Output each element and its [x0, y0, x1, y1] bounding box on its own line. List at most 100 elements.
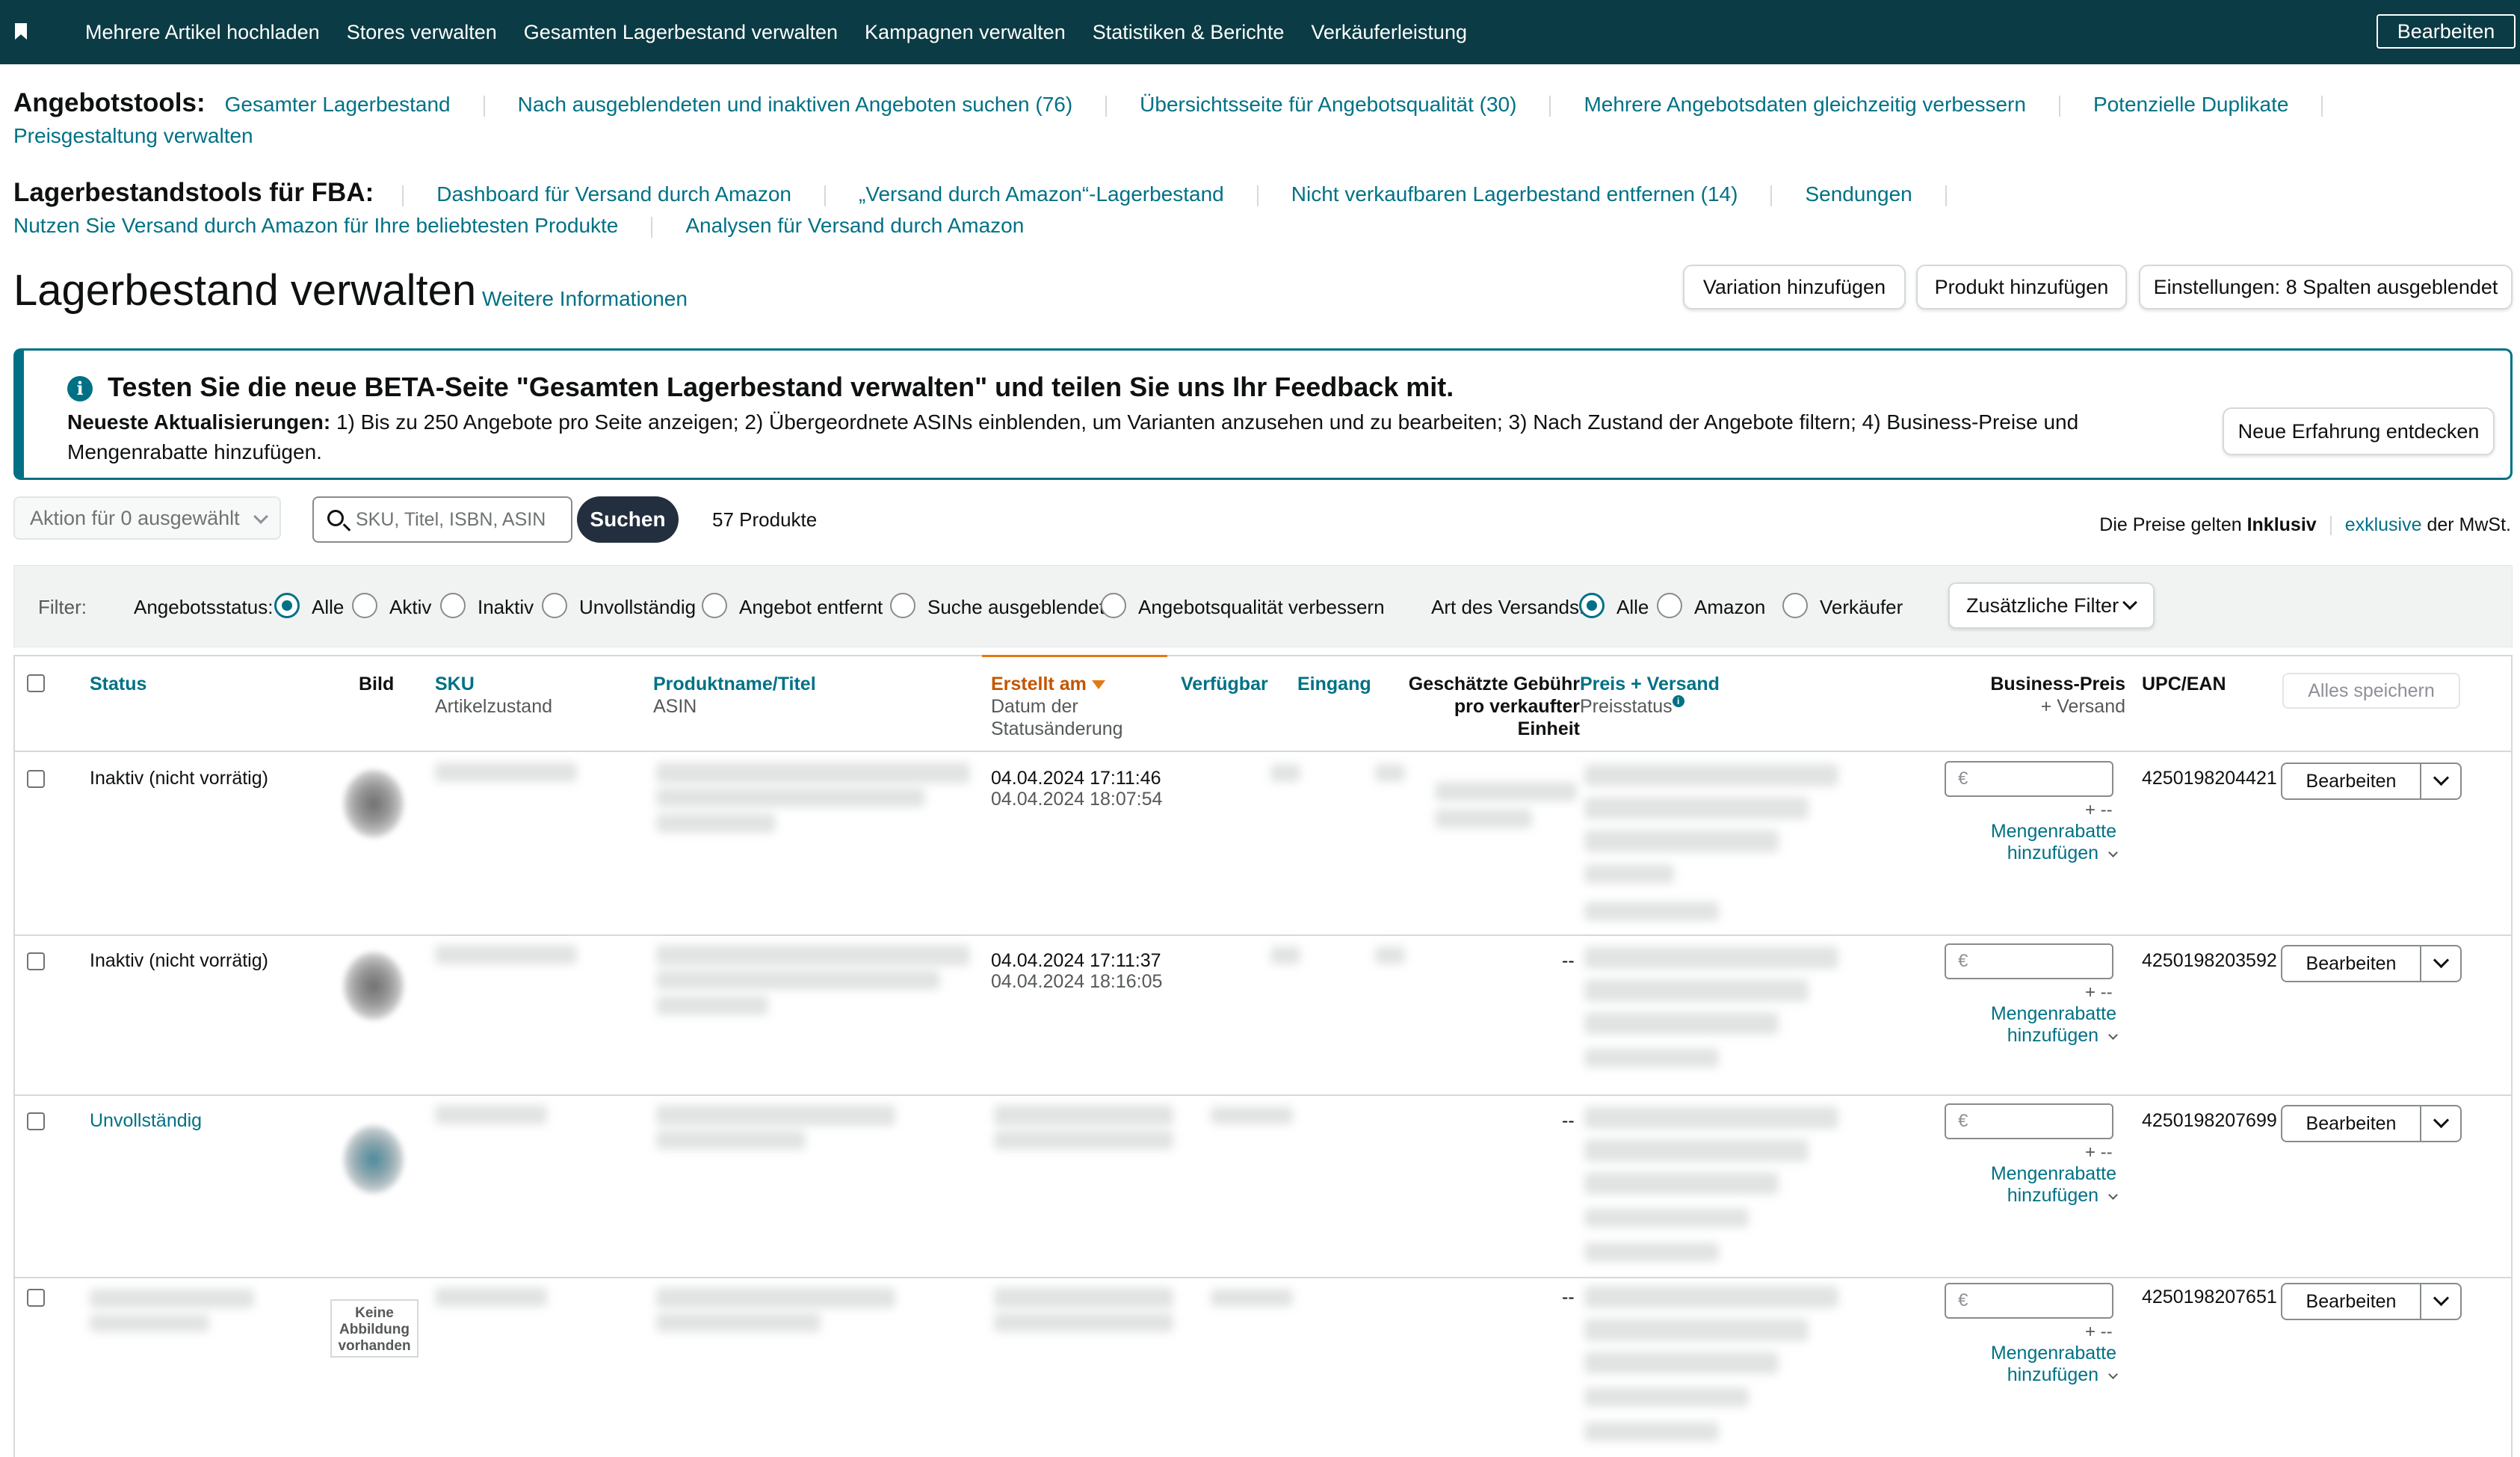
sort-down-icon	[1091, 680, 1105, 690]
link-total-inventory[interactable]: Gesamter Lagerbestand	[225, 93, 451, 116]
header-available[interactable]: Verfügbar	[1181, 673, 1268, 695]
add-quantity-discount-link[interactable]: Mengenrabatte hinzufügen	[1937, 821, 2118, 864]
row-edit-dropdown[interactable]	[2423, 1106, 2460, 1141]
header-created[interactable]: Erstellt am Datum der Statusänderung	[991, 673, 1123, 740]
header-product[interactable]: Produktname/Titel ASIN	[653, 673, 816, 718]
status-radio-improve-quality[interactable]	[1101, 593, 1126, 618]
divider	[1549, 95, 1551, 117]
header-fee-3: Einheit	[1517, 718, 1580, 739]
bulk-action-select[interactable]: Aktion für 0 ausgewählt	[13, 496, 281, 540]
row-edit-group: Bearbeiten	[2281, 1105, 2462, 1142]
business-price-input[interactable]: €	[1945, 1103, 2113, 1139]
row-edit-dropdown[interactable]	[2423, 1284, 2460, 1319]
shipping-radio-amazon[interactable]	[1657, 593, 1682, 618]
business-price-input[interactable]: €	[1945, 943, 2113, 979]
add-quantity-discount-link[interactable]: Mengenrabatte hinzufügen	[1937, 1343, 2118, 1386]
header-business-price: Business-Preis + Versand	[1909, 673, 2125, 718]
save-all-button[interactable]: Alles speichern	[2282, 673, 2460, 709]
link-fba-inventory[interactable]: „Versand durch Amazon“-Lagerbestand	[859, 182, 1224, 206]
price-note-exclusive-link[interactable]: exklusive	[2345, 514, 2422, 535]
row-edit-button[interactable]: Bearbeiten	[2282, 946, 2421, 981]
shipping-radio-all[interactable]	[1579, 593, 1605, 618]
nav-seller-performance[interactable]: Verkäuferleistung	[1311, 21, 1467, 44]
redacted-price-status	[1584, 1012, 1779, 1035]
redacted-price	[1584, 1106, 1838, 1129]
row-checkbox[interactable]	[27, 770, 45, 788]
header-status[interactable]: Status	[90, 673, 146, 695]
row-edit-dropdown[interactable]	[2423, 946, 2460, 981]
row-edit-button[interactable]: Bearbeiten	[2282, 764, 2421, 798]
discover-new-experience-button[interactable]: Neue Erfahrung entdecken	[2223, 407, 2495, 455]
link-fba-analytics[interactable]: Analysen für Versand durch Amazon	[685, 214, 1024, 237]
link-hidden-inactive-offers[interactable]: Nach ausgeblendeten und inaktiven Angebo…	[518, 93, 1073, 116]
link-manage-pricing[interactable]: Preisgestaltung verwalten	[13, 124, 253, 147]
nav-upload-items[interactable]: Mehrere Artikel hochladen	[85, 21, 320, 44]
status-option-improve-quality[interactable]: Angebotsqualität verbessern	[1138, 596, 1385, 619]
more-info-link[interactable]: Weitere Informationen	[482, 287, 688, 311]
shipping-radio-seller[interactable]	[1782, 593, 1808, 618]
nav-manage-stores[interactable]: Stores verwalten	[347, 21, 497, 44]
product-thumbnail[interactable]	[344, 1126, 404, 1193]
status-option-incomplete[interactable]: Unvollständig	[579, 596, 696, 619]
business-price-input[interactable]: €	[1945, 761, 2113, 797]
status-radio-inactive[interactable]	[440, 593, 466, 618]
shipping-option-amazon[interactable]: Amazon	[1694, 596, 1765, 619]
add-quantity-discount-link[interactable]: Mengenrabatte hinzufügen	[1937, 1163, 2118, 1207]
status-radio-all[interactable]	[274, 593, 300, 618]
status-option-removed[interactable]: Angebot entfernt	[739, 596, 883, 619]
no-image-placeholder[interactable]: Keine Abbildung vorhanden	[330, 1299, 419, 1358]
search-button[interactable]: Suchen	[577, 496, 679, 543]
nav-statistics-reports[interactable]: Statistiken & Berichte	[1093, 21, 1285, 44]
link-fba-dashboard[interactable]: Dashboard für Versand durch Amazon	[436, 182, 791, 206]
product-thumbnail[interactable]	[344, 952, 404, 1020]
nav-manage-campaigns[interactable]: Kampagnen verwalten	[865, 21, 1066, 44]
status-radio-active[interactable]	[352, 593, 377, 618]
shipping-option-seller[interactable]: Verkäufer	[1820, 596, 1903, 619]
status-option-inactive[interactable]: Inaktiv	[478, 596, 534, 619]
additional-filters-button[interactable]: Zusätzliche Filter	[1948, 582, 2155, 629]
row-edit-button[interactable]: Bearbeiten	[2282, 1284, 2421, 1319]
link-offer-quality-overview[interactable]: Übersichtsseite für Angebotsqualität (30…	[1140, 93, 1516, 116]
add-variation-button[interactable]: Variation hinzufügen	[1683, 265, 1906, 309]
search-input[interactable]	[356, 504, 565, 535]
link-bulk-improve-offers[interactable]: Mehrere Angebotsdaten gleichzeitig verbe…	[1584, 93, 2025, 116]
bookmark-icon[interactable]	[15, 23, 27, 40]
price-note-inclusive: Inklusiv	[2246, 514, 2317, 535]
status-radio-removed[interactable]	[702, 593, 727, 618]
topbar-edit-button[interactable]: Bearbeiten	[2377, 14, 2516, 49]
settings-button[interactable]: Einstellungen: 8 Spalten ausgeblendet	[2139, 265, 2513, 309]
row-checkbox[interactable]	[27, 1112, 45, 1130]
table-header: Status Bild SKU Artikelzustand Produktnam…	[15, 655, 2511, 752]
header-inbound[interactable]: Eingang	[1297, 673, 1371, 695]
link-remove-unsellable[interactable]: Nicht verkaufbaren Lagerbestand entferne…	[1291, 182, 1738, 206]
shipping-option-all[interactable]: Alle	[1616, 596, 1649, 619]
redacted-sku	[435, 1287, 547, 1307]
row-checkbox[interactable]	[27, 1289, 45, 1307]
row-status-link[interactable]: Unvollständig	[90, 1109, 202, 1132]
row-checkbox[interactable]	[27, 952, 45, 970]
header-sku[interactable]: SKU Artikelzustand	[435, 673, 552, 718]
select-all-checkbox[interactable]	[27, 674, 45, 692]
chevron-down-icon	[2108, 1190, 2118, 1200]
link-shipments[interactable]: Sendungen	[1805, 182, 1912, 206]
row-edit-dropdown[interactable]	[2423, 764, 2460, 798]
status-radio-incomplete[interactable]	[542, 593, 567, 618]
row-edit-button[interactable]: Bearbeiten	[2282, 1106, 2421, 1141]
add-quantity-discount-link[interactable]: Mengenrabatte hinzufügen	[1937, 1003, 2118, 1047]
redacted-price-status	[1584, 902, 1719, 921]
banner-updates-label: Neueste Aktualisierungen:	[67, 410, 331, 434]
mengen-line-2-text: hinzufügen	[2007, 1185, 2099, 1206]
inventory-table: Status Bild SKU Artikelzustand Produktnam…	[13, 655, 2513, 1457]
link-fba-popular-products[interactable]: Nutzen Sie Versand durch Amazon für Ihre…	[13, 214, 618, 237]
status-option-all[interactable]: Alle	[312, 596, 344, 619]
status-option-search-hidden[interactable]: Suche ausgeblendet	[927, 596, 1105, 619]
link-potential-duplicates[interactable]: Potenzielle Duplikate	[2093, 93, 2289, 116]
business-price-input[interactable]: €	[1945, 1283, 2113, 1319]
info-icon[interactable]: i	[1672, 695, 1684, 707]
nav-manage-inventory[interactable]: Gesamten Lagerbestand verwalten	[524, 21, 838, 44]
status-option-active[interactable]: Aktiv	[389, 596, 431, 619]
add-product-button[interactable]: Produkt hinzufügen	[1916, 265, 2127, 309]
header-price[interactable]: Preis + Versand Preisstatus i	[1580, 673, 1720, 718]
status-radio-search-hidden[interactable]	[890, 593, 915, 618]
product-thumbnail[interactable]	[344, 770, 404, 837]
